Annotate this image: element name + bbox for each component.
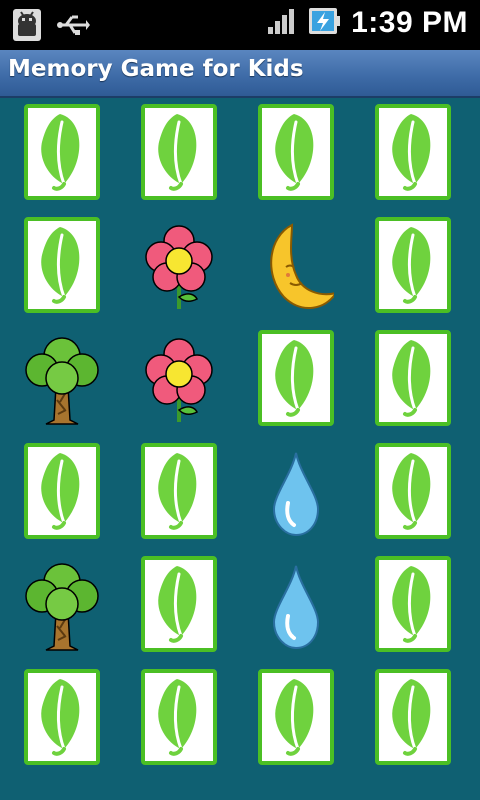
leaf-icon	[275, 114, 314, 191]
leaf-icon	[158, 566, 197, 643]
card-flower[interactable]	[141, 217, 217, 313]
card-moon[interactable]	[258, 217, 334, 313]
drop-icon	[272, 452, 320, 537]
leaf-icon	[392, 227, 431, 304]
card-face-down[interactable]	[141, 104, 217, 200]
card-face-down[interactable]	[258, 330, 334, 426]
card-face-down[interactable]	[258, 669, 334, 765]
app-title-bar: Memory Game for Kids	[0, 50, 480, 98]
moon-icon	[270, 223, 334, 310]
battery-charging-icon	[307, 6, 341, 40]
tree-icon	[25, 563, 99, 651]
drop-icon	[272, 565, 320, 650]
leaf-icon	[41, 114, 80, 191]
card-drop[interactable]	[258, 443, 334, 539]
leaf-icon	[275, 340, 314, 417]
card-face-down[interactable]	[258, 104, 334, 200]
card-face-down[interactable]	[375, 669, 451, 765]
tree-icon	[25, 337, 99, 425]
card-face-down[interactable]	[141, 669, 217, 765]
card-face-down[interactable]	[24, 217, 100, 313]
leaf-icon	[158, 679, 197, 756]
clock: 1:39 PM	[351, 6, 468, 39]
leaf-icon	[392, 453, 431, 530]
leaf-icon	[41, 679, 80, 756]
card-flower[interactable]	[141, 330, 217, 426]
leaf-icon	[41, 453, 80, 530]
card-face-down[interactable]	[375, 104, 451, 200]
leaf-icon	[392, 340, 431, 417]
card-face-down[interactable]	[375, 556, 451, 652]
card-face-down[interactable]	[24, 669, 100, 765]
flower-icon	[145, 225, 213, 309]
card-face-down[interactable]	[141, 556, 217, 652]
card-tree[interactable]	[24, 330, 100, 426]
game-board	[24, 104, 464, 784]
leaf-icon	[392, 566, 431, 643]
card-drop[interactable]	[258, 556, 334, 652]
leaf-icon	[392, 679, 431, 756]
android-debug-icon	[12, 8, 42, 46]
leaf-icon	[158, 114, 197, 191]
card-face-down[interactable]	[375, 330, 451, 426]
leaf-icon	[275, 679, 314, 756]
card-tree[interactable]	[24, 556, 100, 652]
card-face-down[interactable]	[24, 104, 100, 200]
card-face-down[interactable]	[24, 443, 100, 539]
card-face-down[interactable]	[141, 443, 217, 539]
usb-icon	[56, 12, 90, 42]
card-face-down[interactable]	[375, 217, 451, 313]
app-title: Memory Game for Kids	[8, 56, 304, 82]
card-face-down[interactable]	[375, 443, 451, 539]
signal-icon	[267, 7, 297, 39]
leaf-icon	[41, 227, 80, 304]
leaf-icon	[392, 114, 431, 191]
flower-icon	[145, 338, 213, 422]
status-bar: 1:39 PM	[0, 0, 480, 50]
leaf-icon	[158, 453, 197, 530]
